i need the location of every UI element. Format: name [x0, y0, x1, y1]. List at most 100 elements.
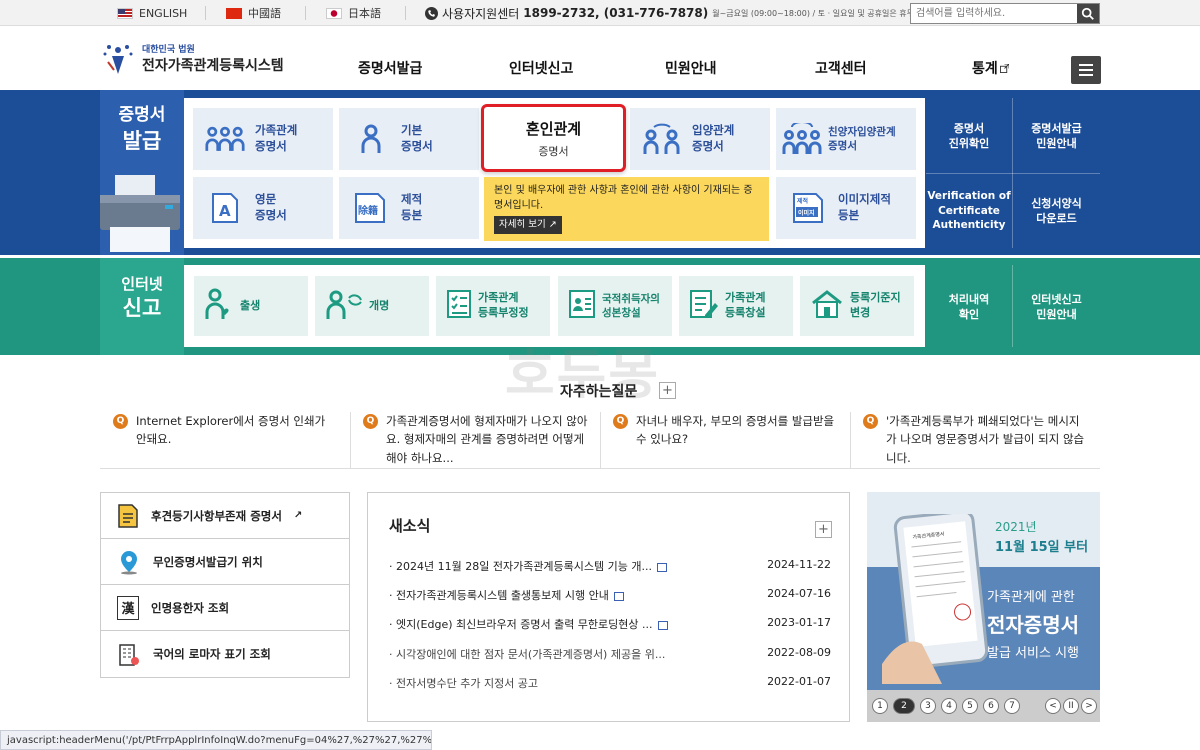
nav-certificate[interactable]: 증명서발급 — [358, 58, 422, 78]
prev-icon[interactable]: < — [1045, 698, 1061, 714]
banner-year: 2021년 — [995, 520, 1037, 534]
cert-verify-link[interactable]: 증명서 진위확인 — [926, 100, 1012, 172]
phone-illustration: 가족관계증명서 — [882, 514, 989, 684]
nav-statistics[interactable]: 통계 — [972, 58, 1009, 78]
cert-civil-guide-link[interactable]: 증명서발급 민원안내 — [1013, 100, 1100, 172]
news-item[interactable]: · 시각장애인에 대한 점자 문서(가족관계증명서) 제공을 위... 2022-… — [389, 646, 831, 662]
faq-question[interactable]: 가족관계증명서에 형제자매가 나오지 않아요. 형제자매의 관계를 증명하려면 … — [386, 412, 589, 468]
document-pen-icon — [689, 289, 719, 324]
kiosk-location-link[interactable]: 무인증명서발급기 위치 — [101, 539, 349, 585]
cert-family-relation[interactable]: 가족관계 증명서 — [193, 108, 333, 170]
cert-card-label: 친양자입양관계 — [828, 125, 896, 138]
page-dot[interactable]: 4 — [941, 698, 957, 714]
divider — [926, 173, 1100, 174]
news-item[interactable]: · 2024년 11월 28일 전자가족관계등록시스템 기능 개... 2024-… — [389, 558, 831, 574]
faq-question[interactable]: 자녀나 배우자, 부모의 증명서를 발급받을 수 있나요? — [636, 412, 839, 468]
tooltip-more-button[interactable]: 자세히 보기 ↗ — [494, 216, 562, 234]
news-item-title[interactable]: 전자서명수단 추가 지정서 공고 — [396, 677, 538, 690]
lang-english-label[interactable]: ENGLISH — [139, 7, 187, 20]
lang-english[interactable]: ENGLISH — [117, 0, 187, 26]
news-item[interactable]: · 엣지(Edge) 최신브라우저 증명서 출력 무한로딩현상 ... 2023-… — [389, 616, 831, 632]
name-hanja-link[interactable]: 漢 인명용한자 조회 — [101, 585, 349, 631]
cert-card-label: 이미지제적 — [838, 192, 891, 207]
page-dot[interactable]: 7 — [1004, 698, 1020, 714]
cert-english[interactable]: A 영문 증명서 — [193, 177, 333, 239]
romanization-link[interactable]: 국어의 로마자 표기 조회 — [101, 631, 349, 677]
cn-flag-icon — [226, 7, 242, 19]
lang-japanese-label[interactable]: 日本語 — [348, 5, 381, 21]
cert-basic[interactable]: 기본 증명서 — [339, 108, 479, 170]
report-family-creation[interactable]: 가족관계 등록창설 — [679, 276, 793, 336]
cert-card-sublabel: 증명서 — [255, 208, 287, 222]
news-more-button[interactable]: + — [815, 521, 832, 538]
link-line: Certificate — [938, 204, 1000, 217]
link-line: 신청서양식 — [1031, 196, 1082, 210]
link-line: 다운로드 — [1036, 212, 1077, 225]
faq-item[interactable]: Q 자녀나 배우자, 부모의 증명서를 발급받을 수 있나요? — [601, 412, 851, 468]
internet-report-title: 인터넷 신고 — [100, 274, 184, 323]
lang-chinese-label[interactable]: 中國語 — [248, 5, 281, 21]
news-item-date: 2022-08-09 — [767, 646, 831, 659]
cert-image-removed-register[interactable]: 제적 이미지 이미지제적 등본 — [776, 177, 916, 239]
search-box — [910, 3, 1100, 24]
link-line: 확인 — [958, 308, 980, 321]
processing-history-link[interactable]: 처리내역 확인 — [926, 267, 1012, 347]
faq-item[interactable]: Q Internet Explorer에서 증명서 인쇄가 안돼요. — [101, 412, 351, 468]
search-button[interactable] — [1077, 4, 1099, 23]
report-naturalized-surname[interactable]: 국적취득자의 성본창설 — [558, 276, 672, 336]
next-icon[interactable]: > — [1081, 698, 1097, 714]
lang-japanese[interactable]: 日本語 — [326, 0, 381, 26]
cert-adoption-relation[interactable]: 입양관계 증명서 — [630, 108, 770, 170]
news-item-title[interactable]: 2024년 11월 28일 전자가족관계등록시스템 기능 개... — [396, 560, 652, 573]
question-icon: Q — [363, 414, 378, 429]
page-dot-active[interactable]: 2 — [893, 698, 915, 714]
e-certificate-banner[interactable]: 가족관계증명서 2021년 11월 15일 부터 가족관계에 관한 전자증명서 … — [867, 492, 1100, 722]
family-icon — [205, 122, 245, 156]
page-dot[interactable]: 1 — [872, 698, 888, 714]
lang-chinese[interactable]: 中國語 — [226, 0, 281, 26]
report-card-sublabel: 등록부정정 — [478, 306, 529, 319]
news-item-title[interactable]: 엣지(Edge) 최신브라우저 증명서 출력 무한로딩현상 ... — [396, 618, 653, 631]
nav-customer-center[interactable]: 고객센터 — [815, 58, 867, 78]
checklist-icon — [446, 289, 472, 324]
cert-card-sublabel: 증명서 — [828, 140, 857, 152]
cert-verification-en-link[interactable]: Verification of Certificate Authenticity — [926, 175, 1012, 247]
faq-item[interactable]: Q '가족관계등록부가 폐쇄되었다'는 메시지가 나오며 영문증명서가 발급이 되… — [851, 412, 1101, 468]
external-link-icon: ↗ — [548, 219, 557, 230]
news-item-date: 2024-07-16 — [767, 587, 831, 600]
page-dot[interactable]: 6 — [983, 698, 999, 714]
news-item-title[interactable]: 시각장애인에 대한 점자 문서(가족관계증명서) 제공을 위... — [396, 648, 665, 661]
page-dot[interactable]: 5 — [962, 698, 978, 714]
faq-more-button[interactable]: + — [659, 382, 676, 399]
form-download-link[interactable]: 신청서양식다운로드 — [1013, 175, 1100, 247]
site-logo[interactable]: 대한민국 법원 전자가족관계등록시스템 — [100, 40, 284, 76]
cert-removed-register[interactable]: 除籍 제적 등본 — [339, 177, 479, 239]
report-name-change[interactable]: 개명 — [315, 276, 429, 336]
news-item[interactable]: · 전자서명수단 추가 지정서 공고 2022-01-07 — [389, 675, 831, 691]
faq-item[interactable]: Q 가족관계증명서에 형제자매가 나오지 않아요. 형제자매의 관계를 증명하려면… — [351, 412, 601, 468]
pause-icon[interactable]: II — [1063, 698, 1079, 714]
report-card-label: 가족관계 — [478, 291, 519, 305]
faq-question[interactable]: '가족관계등록부가 폐쇄되었다'는 메시지가 나오며 영문증명서가 발급이 되지… — [886, 412, 1089, 468]
search-input[interactable] — [911, 4, 1077, 23]
support-phone: 1899-2732, (031-776-7878) — [523, 6, 709, 20]
cert-marriage-relation[interactable]: 혼인관계 증명서 — [481, 104, 626, 172]
nav-internet-report[interactable]: 인터넷신고 — [509, 58, 573, 78]
guardian-cert-link[interactable]: 후견등기사항부존재 증명서 ↗ — [101, 493, 349, 539]
report-civil-guide-link[interactable]: 인터넷신고 민원안내 — [1013, 267, 1100, 347]
report-base-change[interactable]: 등록기준지 변경 — [800, 276, 914, 336]
link-line: 민원안내 — [1036, 308, 1077, 321]
page-dot[interactable]: 3 — [920, 698, 936, 714]
faq-question[interactable]: Internet Explorer에서 증명서 인쇄가 안돼요. — [136, 412, 339, 468]
nav-statistics-label[interactable]: 통계 — [972, 58, 998, 78]
report-birth[interactable]: 출생 — [194, 276, 308, 336]
cert-card-label: 가족관계 — [255, 123, 298, 138]
report-family-correction[interactable]: 가족관계 등록부정정 — [436, 276, 550, 336]
all-menu-button[interactable] — [1071, 56, 1101, 84]
news-item-title[interactable]: 전자가족관계등록시스템 출생통보제 시행 안내 — [396, 589, 609, 602]
new-post-icon — [613, 591, 624, 601]
cert-full-adoption-relation[interactable]: 친양자입양관계증명서 — [776, 108, 916, 170]
banner-line2: 전자증명서 — [987, 613, 1079, 637]
nav-civil-guide[interactable]: 민원안내 — [665, 58, 717, 78]
news-item[interactable]: · 전자가족관계등록시스템 출생통보제 시행 안내 2024-07-16 — [389, 587, 831, 603]
